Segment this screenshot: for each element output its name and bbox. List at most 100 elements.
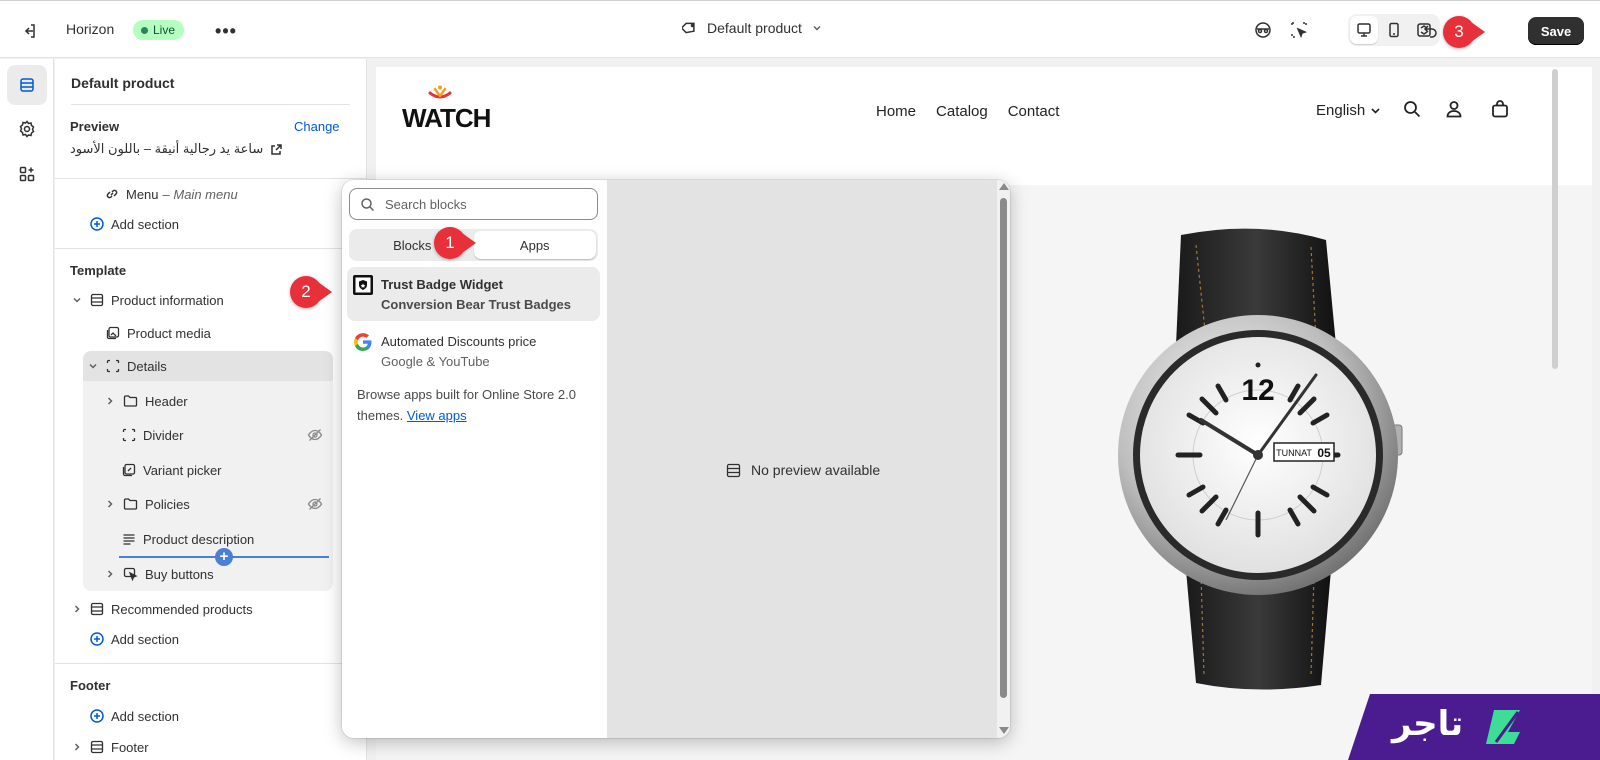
view-apps-link[interactable]: View apps [407, 408, 467, 423]
more-actions-button[interactable]: ••• [214, 19, 238, 43]
sections-icon [20, 78, 34, 92]
sidebar-item-footer[interactable]: Footer [71, 737, 149, 757]
live-dot-icon [141, 26, 148, 34]
search-blocks-field[interactable] [349, 188, 598, 220]
undo-button[interactable] [1417, 16, 1445, 44]
plus-circle-icon [90, 217, 104, 231]
recommended-products-label: Recommended products [111, 601, 253, 617]
sidebar-item-policies[interactable]: Policies [104, 494, 190, 514]
app-name: Trust Badge Widget [381, 277, 503, 292]
sidebar-item-divider[interactable]: Divider [122, 425, 183, 445]
add-section-label: Add section [111, 631, 179, 647]
chevron-right-icon [74, 743, 80, 751]
search-icon[interactable] [1403, 100, 1421, 118]
policies-label: Policies [145, 496, 190, 512]
sidebar-item-buy-buttons[interactable]: Buy buttons [104, 564, 214, 584]
inspector-button[interactable] [1249, 16, 1277, 44]
callout-arrow-icon [1471, 22, 1485, 42]
details-label: Details [127, 358, 167, 374]
preview-product-link[interactable]: ساعة يد رجالية أنيقة – باللون الأسود [70, 139, 283, 159]
block-preview-pane: No preview available [607, 180, 1010, 738]
store-logo[interactable]: WATCH [402, 85, 502, 133]
eye-hidden-icon[interactable] [307, 497, 323, 511]
brand-badge-shape [1348, 694, 1600, 760]
app-block-trust-badge-widget[interactable]: Trust Badge Widget Conversion Bear Trust… [347, 267, 600, 321]
chevron-down-icon [813, 25, 821, 31]
desktop-view-button[interactable] [1350, 16, 1378, 44]
add-section-label: Add section [111, 708, 179, 724]
folder-icon [123, 498, 138, 510]
sections-rail-button[interactable] [7, 65, 47, 105]
watch-product-image[interactable]: 12 TUNNAT 05 [1106, 225, 1406, 695]
chevron-down-icon [73, 297, 81, 303]
variant-picker-label: Variant picker [143, 462, 222, 478]
undo-icon [1423, 25, 1437, 38]
live-badge-label: Live [153, 23, 176, 37]
nav-contact[interactable]: Contact [1008, 103, 1060, 120]
sidebar-item-recommended-products[interactable]: Recommended products [71, 599, 253, 619]
callout-1: 1 [434, 227, 476, 259]
apps-icon [19, 166, 35, 182]
section-icon [90, 293, 104, 307]
language-selector[interactable]: English [1316, 102, 1381, 119]
shield-badge-icon [353, 275, 373, 295]
popover-scroll-thumb[interactable] [1000, 198, 1007, 698]
select-element-button[interactable] [1285, 16, 1313, 44]
left-icon-rail [0, 59, 54, 760]
template-selector[interactable]: Default product [682, 20, 823, 36]
search-blocks-input[interactable] [385, 196, 585, 212]
divider [55, 178, 366, 179]
divider [55, 248, 366, 249]
sidebar-item-details[interactable]: Details [87, 356, 167, 376]
apps-rail-button[interactable] [7, 154, 47, 194]
store-header: WATCH Home Catalog Contact English [376, 67, 1592, 185]
divider-label: Divider [143, 427, 184, 443]
section-icon [726, 463, 741, 477]
insert-plus-icon[interactable]: + [215, 548, 233, 566]
add-section-footer[interactable]: Add section [90, 706, 179, 726]
eye-glasses-icon [1255, 22, 1271, 38]
store-nav: Home Catalog Contact [876, 103, 1059, 120]
external-link-icon [271, 143, 283, 155]
change-preview-link[interactable]: Change [294, 119, 340, 134]
cursor-click-icon [123, 567, 138, 581]
sidebar-item-product-information[interactable]: Product information [71, 290, 224, 310]
eye-hidden-icon[interactable] [307, 428, 323, 442]
nav-catalog[interactable]: Catalog [936, 103, 988, 120]
cart-icon[interactable] [1491, 100, 1509, 118]
account-icon[interactable] [1445, 100, 1463, 118]
section-icon [90, 602, 104, 616]
desktop-icon [1357, 23, 1371, 37]
preview-scrollbar[interactable] [1552, 69, 1558, 369]
chevron-right-icon [74, 605, 80, 613]
chevron-right-icon [107, 500, 113, 508]
app-name: Automated Discounts price [381, 334, 537, 349]
add-section-template[interactable]: Add section [90, 629, 179, 649]
settings-rail-button[interactable] [7, 109, 47, 149]
brand-watermark: تاجر [1348, 694, 1600, 760]
group-icon [106, 359, 120, 373]
exit-button[interactable] [16, 18, 42, 44]
scroll-down-icon[interactable] [999, 727, 1009, 734]
sidebar-item-header[interactable]: Header [104, 391, 188, 411]
product-media-label: Product media [127, 325, 211, 341]
scroll-up-icon[interactable] [999, 183, 1009, 190]
app-block-automated-discounts[interactable]: Automated Discounts price Google & YouTu… [347, 324, 600, 378]
chevron-right-icon [107, 397, 113, 405]
language-label: English [1316, 102, 1366, 119]
tab-apps[interactable]: Apps [473, 231, 596, 259]
save-button[interactable]: Save [1528, 17, 1584, 45]
preview-product-name: ساعة يد رجالية أنيقة – باللون الأسود [70, 141, 264, 156]
buy-buttons-label: Buy buttons [145, 566, 214, 582]
sidebar-item-menu[interactable]: Menu – Main menu [105, 184, 238, 204]
add-section-header[interactable]: Add section [90, 214, 179, 234]
exit-icon [24, 24, 35, 38]
sidebar-item-variant-picker[interactable]: Variant picker [122, 460, 222, 480]
editor-topbar: Horizon Live ••• Default product Save [0, 0, 1600, 58]
sidebar-item-product-media[interactable]: Product media [106, 323, 211, 343]
nav-home[interactable]: Home [876, 103, 916, 120]
template-label: Template [70, 263, 127, 278]
mobile-view-button[interactable] [1380, 16, 1408, 44]
plus-circle-icon [90, 632, 104, 646]
sidebar-item-product-description[interactable]: Product description [122, 529, 254, 549]
